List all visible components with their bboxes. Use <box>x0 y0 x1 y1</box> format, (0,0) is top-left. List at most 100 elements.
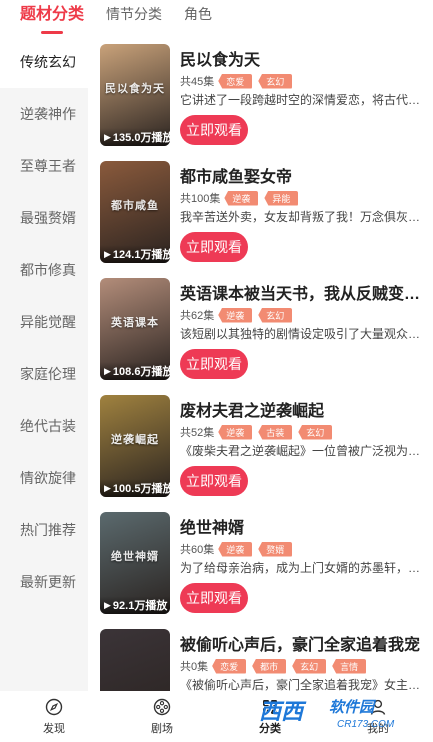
nav-label: 分类 <box>259 723 281 735</box>
drama-card[interactable]: 英语课本 ▶ 108.6万播放 英语课本被当天书，我从反贼变成圣人 共62集 逆袭… <box>88 270 433 387</box>
drama-poster[interactable]: 民以食为天 ▶ 135.0万播放 <box>100 44 170 146</box>
watch-now-button[interactable]: 立即观看 <box>180 232 248 262</box>
drama-title[interactable]: 民以食为天 <box>180 46 426 70</box>
drama-meta: 共0集 恋爱 都市 玄幻 言情 <box>180 658 372 674</box>
drama-description: 它讲述了一段跨越时空的深情爱恋，将古代文明与现代生活融为一体 <box>180 93 425 107</box>
episode-count: 共45集 <box>180 76 215 88</box>
genre-tag: 恋爱 <box>218 73 253 89</box>
nav-label: 我的 <box>367 723 389 735</box>
drama-card[interactable]: 逆袭崛起 ▶ 100.5万播放 废材夫君之逆袭崛起 共52集 逆袭 古装 玄幻 《… <box>88 387 433 504</box>
tab-topic-category[interactable]: 题材分类 <box>20 0 84 34</box>
poster-title-art: 都市咸鱼 <box>111 200 159 212</box>
drama-poster[interactable]: 绝世神婿 ▶ 92.1万播放 <box>100 512 170 614</box>
nav-theater[interactable]: 剧场 <box>108 691 216 742</box>
genre-tag: 逆袭 <box>218 307 253 323</box>
play-count: ▶ 135.0万播放 <box>100 128 170 146</box>
nav-discover[interactable]: 发现 <box>0 691 108 742</box>
genre-tag: 赘婿 <box>258 541 293 557</box>
genre-tag: 逆袭 <box>218 424 253 440</box>
drama-meta: 共52集 逆袭 古装 玄幻 <box>180 424 338 440</box>
drama-meta: 共45集 恋爱 玄幻 <box>180 73 298 89</box>
episode-count: 共62集 <box>180 310 215 322</box>
play-icon: ▶ <box>104 131 111 142</box>
tab-plot-category[interactable]: 情节分类 <box>106 4 162 34</box>
category-tab-bar: 题材分类 情节分类 角色 <box>0 0 433 34</box>
drama-poster[interactable]: 英语课本 ▶ 108.6万播放 <box>100 278 170 380</box>
genre-tag: 玄幻 <box>292 658 327 674</box>
drama-list: 民以食为天 ▶ 135.0万播放 民以食为天 共45集 恋爱 玄幻 它讲述了一段跨… <box>88 36 433 691</box>
genre-sidebar: 传统玄幻 逆袭神作 至尊王者 最强赘婿 都市修真 异能觉醒 家庭伦理 绝代古装 … <box>0 36 88 691</box>
tab-role[interactable]: 角色 <box>184 4 212 34</box>
sidebar-item-son-in-law[interactable]: 最强赘婿 <box>0 192 88 244</box>
watch-now-button[interactable]: 立即观看 <box>180 466 248 496</box>
drama-title[interactable]: 被偷听心声后，豪门全家追着我宠 <box>180 631 426 655</box>
drama-title[interactable]: 绝世神婿 <box>180 514 426 538</box>
user-icon <box>368 697 388 717</box>
play-count: ▶ 108.6万播放 <box>100 362 170 380</box>
drama-card[interactable]: 被偷听心声后，豪门全家追着我宠 共0集 恋爱 都市 玄幻 言情 《被偷听心声后，… <box>88 621 433 691</box>
play-count: ▶ 92.1万播放 <box>100 596 170 614</box>
sidebar-item-superpower[interactable]: 异能觉醒 <box>0 296 88 348</box>
genre-tag: 逆袭 <box>218 541 253 557</box>
genre-tag: 玄幻 <box>258 307 293 323</box>
genre-tag: 异能 <box>264 190 299 206</box>
nav-label: 剧场 <box>151 723 173 735</box>
nav-profile[interactable]: 我的 <box>324 691 432 742</box>
genre-tag: 恋爱 <box>212 658 247 674</box>
play-count: ▶ 100.5万播放 <box>100 479 170 497</box>
drama-description: 《被偷听心声后，豪门全家追着我宠》女主意外穿越 <box>180 678 425 691</box>
sidebar-item-romance-melody[interactable]: 情欲旋律 <box>0 452 88 504</box>
sidebar-item-costume[interactable]: 绝代古装 <box>0 400 88 452</box>
sidebar-item-urban-cultivation[interactable]: 都市修真 <box>0 244 88 296</box>
drama-card[interactable]: 都市咸鱼 ▶ 124.1万播放 都市咸鱼娶女帝 共100集 逆袭 异能 我辛苦送外… <box>88 153 433 270</box>
bottom-navigation: 发现 剧场 分类 我的 <box>0 691 433 742</box>
sidebar-item-latest[interactable]: 最新更新 <box>0 556 88 608</box>
poster-title-art: 民以食为天 <box>105 83 165 95</box>
drama-title[interactable]: 废材夫君之逆袭崛起 <box>180 397 426 421</box>
nav-category[interactable]: 分类 <box>216 691 324 742</box>
poster-title-art: 绝世神婿 <box>111 551 159 563</box>
drama-title[interactable]: 都市咸鱼娶女帝 <box>180 163 426 187</box>
episode-count: 共52集 <box>180 427 215 439</box>
nav-label: 发现 <box>43 723 65 735</box>
drama-description: 《废柴夫君之逆袭崛起》一位曾被广泛视为废材的男子 <box>180 444 425 458</box>
genre-tag: 玄幻 <box>298 424 333 440</box>
drama-meta: 共60集 逆袭 赘婿 <box>180 541 298 557</box>
drama-description: 我辛苦送外卖，女友却背叛了我！万念俱灰之际 <box>180 210 425 224</box>
episode-count: 共60集 <box>180 544 215 556</box>
episode-count: 共100集 <box>180 193 221 205</box>
play-icon: ▶ <box>104 365 111 376</box>
drama-card[interactable]: 民以食为天 ▶ 135.0万播放 民以食为天 共45集 恋爱 玄幻 它讲述了一段跨… <box>88 36 433 153</box>
genre-tag: 言情 <box>332 658 367 674</box>
drama-meta: 共100集 逆袭 异能 <box>180 190 304 206</box>
drama-title[interactable]: 英语课本被当天书，我从反贼变成圣人 <box>180 280 426 304</box>
genre-tag: 都市 <box>252 658 287 674</box>
play-icon: ▶ <box>104 248 111 259</box>
sidebar-item-traditional-xuanhuan[interactable]: 传统玄幻 <box>0 36 88 88</box>
film-reel-icon <box>152 697 172 717</box>
category-icon <box>260 697 280 717</box>
compass-icon <box>44 697 64 717</box>
play-icon: ▶ <box>104 482 111 493</box>
drama-description: 该短剧以其独特的剧情设定吸引了大量观众的目光 <box>180 327 425 341</box>
play-icon: ▶ <box>104 599 111 610</box>
sidebar-item-family-ethics[interactable]: 家庭伦理 <box>0 348 88 400</box>
drama-poster[interactable]: 逆袭崛起 ▶ 100.5万播放 <box>100 395 170 497</box>
sidebar-item-supreme-king[interactable]: 至尊王者 <box>0 140 88 192</box>
sidebar-item-comeback[interactable]: 逆袭神作 <box>0 88 88 140</box>
genre-tag: 玄幻 <box>258 73 293 89</box>
poster-title-art: 英语课本 <box>111 317 159 329</box>
watch-now-button[interactable]: 立即观看 <box>180 583 248 613</box>
sidebar-item-hot[interactable]: 热门推荐 <box>0 504 88 556</box>
drama-description: 为了给母亲治病，成为上门女婿的苏墨轩，受尽了白眼 <box>180 561 425 575</box>
drama-meta: 共62集 逆袭 玄幻 <box>180 307 298 323</box>
drama-poster[interactable] <box>100 629 170 691</box>
watch-now-button[interactable]: 立即观看 <box>180 115 248 145</box>
genre-tag: 古装 <box>258 424 293 440</box>
drama-poster[interactable]: 都市咸鱼 ▶ 124.1万播放 <box>100 161 170 263</box>
watch-now-button[interactable]: 立即观看 <box>180 349 248 379</box>
poster-title-art: 逆袭崛起 <box>111 434 159 446</box>
genre-tag: 逆袭 <box>224 190 259 206</box>
episode-count: 共0集 <box>180 661 209 673</box>
drama-card[interactable]: 绝世神婿 ▶ 92.1万播放 绝世神婿 共60集 逆袭 赘婿 为了给母亲治病，成为… <box>88 504 433 621</box>
